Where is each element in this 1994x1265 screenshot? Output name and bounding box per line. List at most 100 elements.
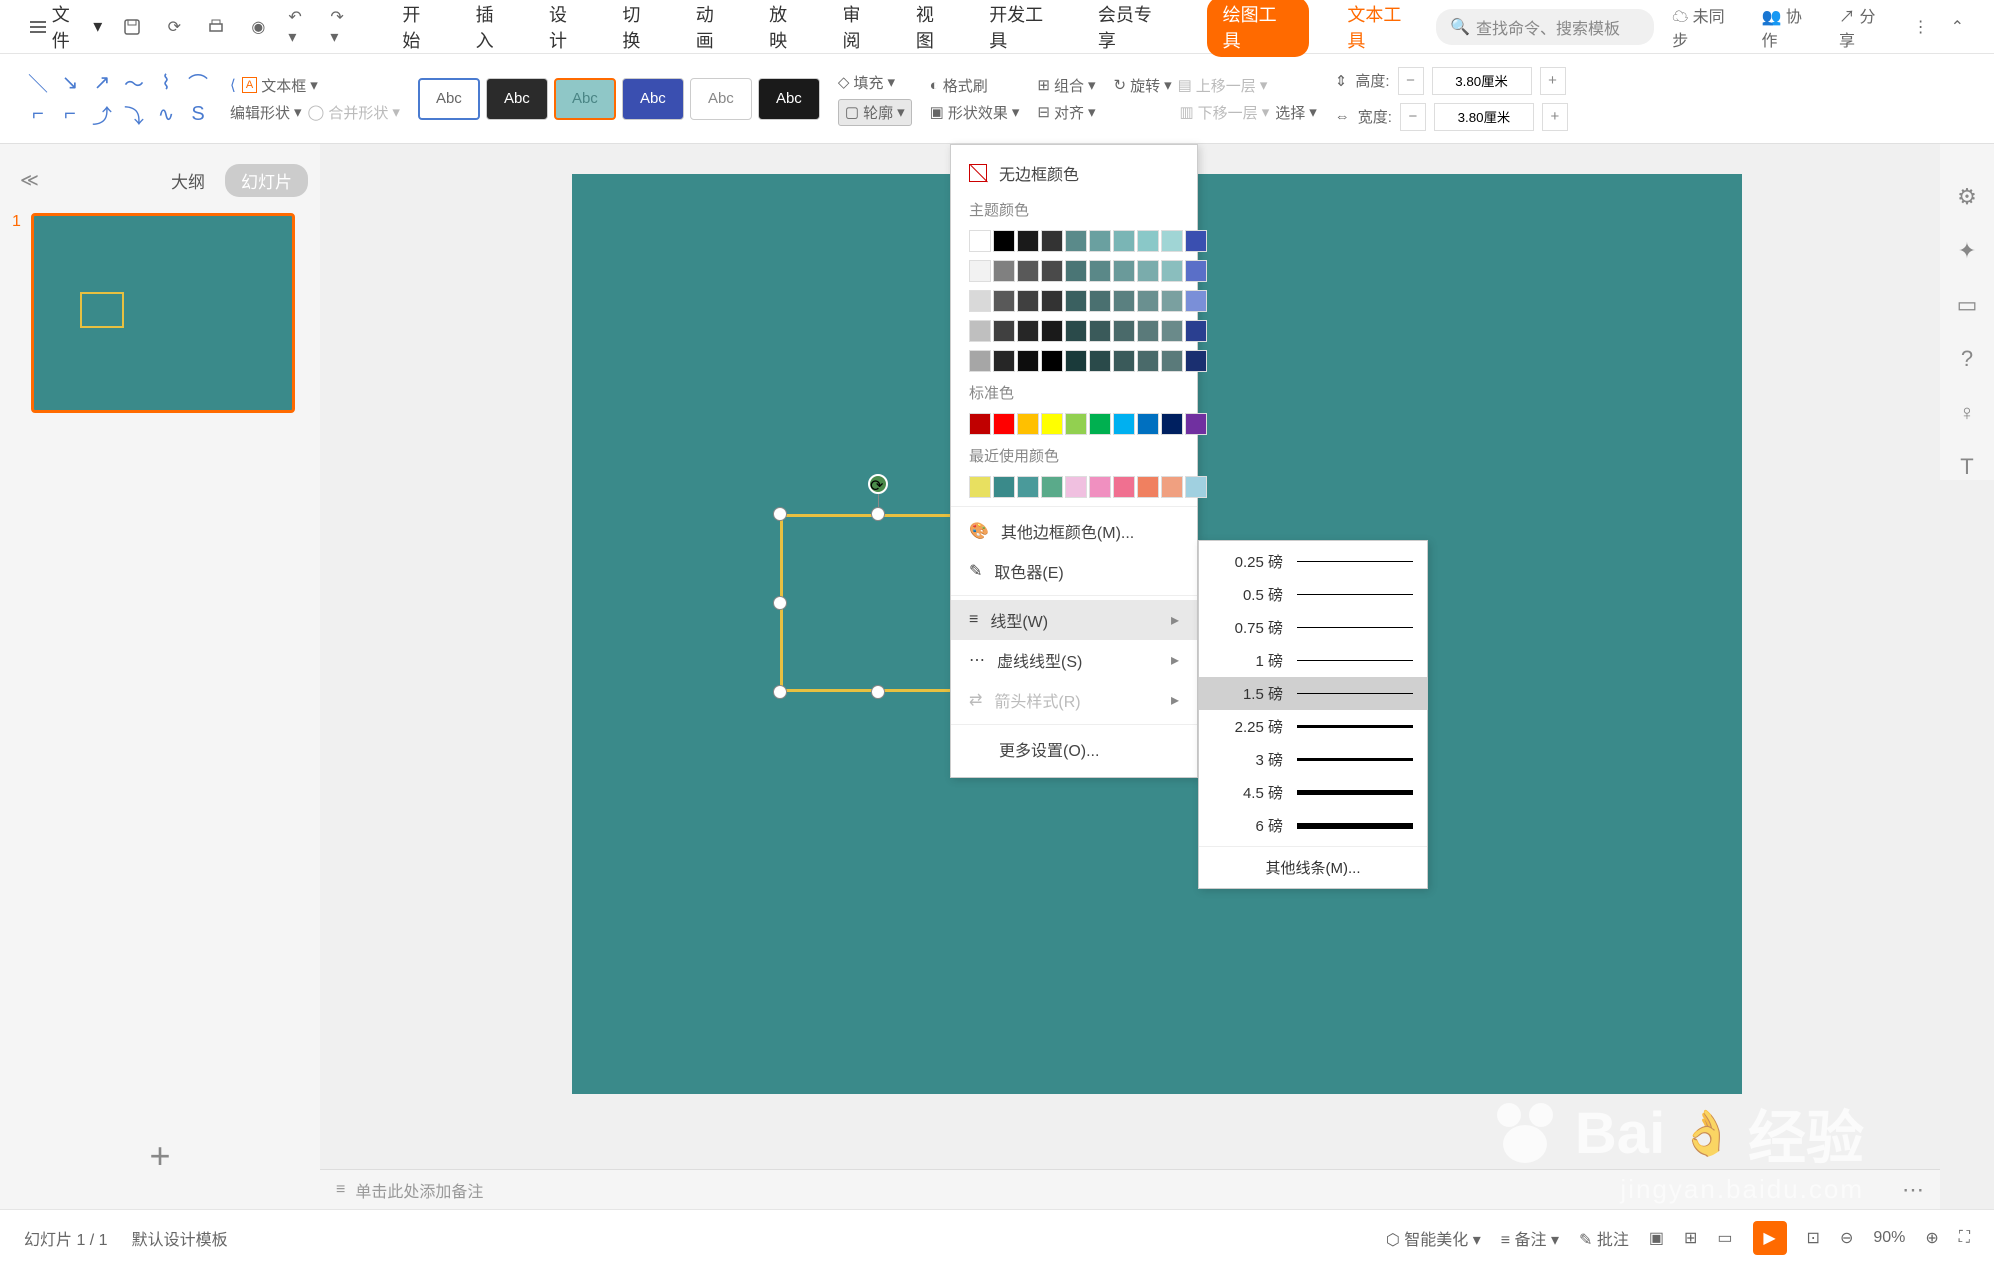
height-decrease[interactable]: − (1398, 67, 1424, 95)
rotation-handle[interactable]: ⟳ (868, 474, 888, 494)
rotate-button[interactable]: ↻ 旋转 ▾ (1113, 75, 1171, 96)
height-increase[interactable]: + (1540, 67, 1566, 95)
color-swatch[interactable] (969, 350, 991, 372)
bring-forward-button[interactable]: ▤ 上移一层 ▾ (1178, 75, 1268, 96)
color-swatch[interactable] (1185, 476, 1207, 498)
resize-handle-tc[interactable] (871, 507, 885, 521)
color-swatch[interactable] (1089, 413, 1111, 435)
outline-tab[interactable]: 大纲 (171, 168, 205, 193)
group-button[interactable]: ⊞ 组合 ▾ (1037, 75, 1095, 96)
color-swatch[interactable] (969, 476, 991, 498)
tab-text-tools[interactable]: 文本工具 (1347, 0, 1418, 57)
tab-slideshow[interactable]: 放映 (769, 0, 804, 57)
color-swatch[interactable] (1137, 476, 1159, 498)
weight-option[interactable]: 0.5 磅 (1199, 578, 1427, 611)
color-swatch[interactable] (1185, 320, 1207, 342)
color-swatch[interactable] (1089, 476, 1111, 498)
weight-option[interactable]: 4.5 磅 (1199, 776, 1427, 809)
outline-button[interactable]: ▢ 轮廓 ▾ (838, 99, 912, 126)
search-input[interactable]: 🔍 查找命令、搜索模板 (1436, 9, 1654, 45)
color-swatch[interactable] (969, 260, 991, 282)
color-swatch[interactable] (1113, 320, 1135, 342)
color-swatch[interactable] (1065, 290, 1087, 312)
color-swatch[interactable] (993, 260, 1015, 282)
tab-developer[interactable]: 开发工具 (989, 0, 1060, 57)
dashes-item[interactable]: ⋯虚线线型(S)▸ (951, 640, 1197, 680)
color-swatch[interactable] (1041, 320, 1063, 342)
color-swatch[interactable] (1017, 290, 1039, 312)
color-swatch[interactable] (1161, 260, 1183, 282)
color-swatch[interactable] (1185, 290, 1207, 312)
tab-view[interactable]: 视图 (916, 0, 951, 57)
zoom-value[interactable]: 90% (1873, 1229, 1905, 1247)
resize-handle-tl[interactable] (773, 507, 787, 521)
color-swatch[interactable] (1017, 320, 1039, 342)
color-swatch[interactable] (1161, 230, 1183, 252)
undo-icon[interactable]: ↶ ▾ (288, 15, 312, 39)
color-swatch[interactable] (1065, 320, 1087, 342)
more-lines-item[interactable]: 其他线条(M)... (1199, 851, 1427, 884)
add-slide-button[interactable]: + (12, 1115, 308, 1197)
comments-toggle[interactable]: ✎ 批注 (1579, 1226, 1629, 1250)
resize-handle-ml[interactable] (773, 596, 787, 610)
tab-transitions[interactable]: 切换 (622, 0, 657, 57)
print-icon[interactable] (204, 15, 228, 39)
color-swatch[interactable] (1185, 230, 1207, 252)
edit-shape-button[interactable]: 编辑形状 ▾ (230, 102, 302, 123)
tab-review[interactable]: 审阅 (842, 0, 877, 57)
text-icon[interactable]: T (1954, 454, 1980, 480)
zoom-in-icon[interactable]: ⊕ (1925, 1228, 1938, 1248)
color-swatch[interactable] (1017, 476, 1039, 498)
selected-rectangle[interactable]: ⟳ (780, 514, 976, 692)
weight-item[interactable]: ≡线型(W)▸ (951, 600, 1197, 640)
resize-handle-bl[interactable] (773, 685, 787, 699)
style-2[interactable]: Abc (486, 78, 548, 120)
color-swatch[interactable] (1137, 290, 1159, 312)
select-button[interactable]: 选择 ▾ (1275, 102, 1317, 123)
color-swatch[interactable] (1113, 290, 1135, 312)
color-swatch[interactable] (1041, 413, 1063, 435)
resize-handle-bc[interactable] (871, 685, 885, 699)
present-icon[interactable]: ▭ (1954, 292, 1980, 318)
tab-home[interactable]: 开始 (402, 0, 437, 57)
style-6[interactable]: Abc (758, 78, 820, 120)
color-swatch[interactable] (1041, 350, 1063, 372)
shape-rectangle[interactable] (780, 514, 976, 692)
collab-button[interactable]: 👥 协作 (1762, 3, 1817, 51)
color-swatch[interactable] (1137, 230, 1159, 252)
color-swatch[interactable] (1065, 476, 1087, 498)
color-swatch[interactable] (1041, 230, 1063, 252)
color-swatch[interactable] (1113, 350, 1135, 372)
color-swatch[interactable] (1185, 413, 1207, 435)
beautify-button[interactable]: ⬡ 智能美化 ▾ (1386, 1226, 1481, 1250)
notes-toggle[interactable]: ≡ 备注 ▾ (1501, 1226, 1559, 1250)
color-swatch[interactable] (969, 290, 991, 312)
color-swatch[interactable] (1113, 260, 1135, 282)
sync-button[interactable]: ☁ 未同步 (1672, 3, 1739, 51)
color-swatch[interactable] (969, 230, 991, 252)
color-swatch[interactable] (1185, 260, 1207, 282)
width-decrease[interactable]: − (1400, 103, 1426, 131)
style-5[interactable]: Abc (690, 78, 752, 120)
magic-icon[interactable]: ✦ (1954, 238, 1980, 264)
color-swatch[interactable] (1161, 350, 1183, 372)
color-swatch[interactable] (1065, 260, 1087, 282)
redo-icon[interactable]: ↷ ▾ (330, 15, 354, 39)
color-swatch[interactable] (1161, 290, 1183, 312)
print-preview-icon[interactable]: ◉ (246, 15, 270, 39)
color-swatch[interactable] (993, 230, 1015, 252)
tab-animations[interactable]: 动画 (696, 0, 731, 57)
shape-effects-button[interactable]: ▣ 形状效果 ▾ (930, 102, 1020, 123)
width-increase[interactable]: + (1542, 103, 1568, 131)
color-swatch[interactable] (1089, 320, 1111, 342)
color-swatch[interactable] (1017, 230, 1039, 252)
style-3-selected[interactable]: Abc (554, 78, 616, 120)
color-swatch[interactable] (1065, 350, 1087, 372)
quick-styles-gallery[interactable]: Abc Abc Abc Abc Abc Abc (418, 78, 820, 120)
save-as-icon[interactable]: ⟳ (162, 15, 186, 39)
fill-button[interactable]: ◇ 填充 ▾ (838, 72, 912, 93)
view-sorter-icon[interactable]: ⊞ (1684, 1228, 1697, 1248)
tab-insert[interactable]: 插入 (476, 0, 511, 57)
format-painter-button[interactable]: ◐ 格式刷 (930, 75, 1020, 96)
color-swatch[interactable] (1113, 476, 1135, 498)
